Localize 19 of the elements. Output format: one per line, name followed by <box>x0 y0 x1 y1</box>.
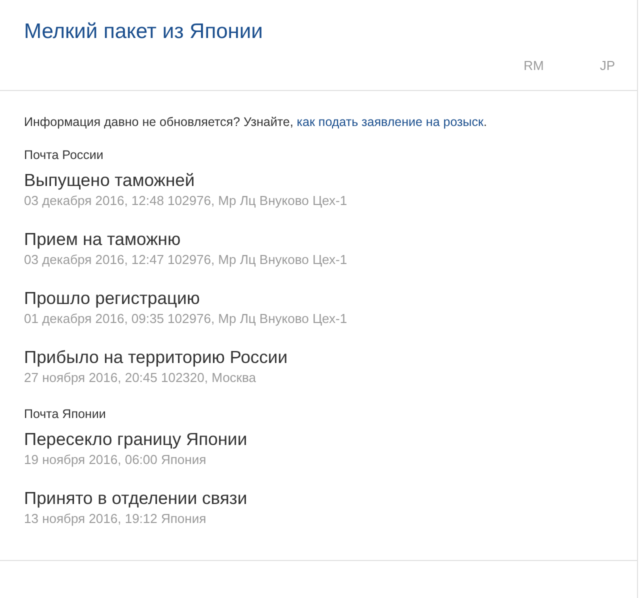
parcel-title: Мелкий пакет из Японии <box>24 20 263 44</box>
event-detail: 13 ноября 2016, 19:12 Япония <box>24 511 208 526</box>
event-title: Выпущено таможней <box>24 169 196 191</box>
event-detail: 03 декабря 2016, 12:48 102976, Мр Лц Внуково Цех-1 <box>24 193 348 208</box>
event-title: Прошло регистрацию <box>24 287 201 309</box>
event-title: Принято в отделении связи <box>24 487 248 509</box>
carrier-label: Почта Японии <box>24 407 107 421</box>
event-detail: 03 декабря 2016, 12:47 102976, Мр Лц Внуково Цех-1 <box>24 252 348 267</box>
event-title: Прибыло на территорию России <box>24 346 288 368</box>
search-request-link[interactable]: как подать заявление на розыск <box>296 115 484 129</box>
notice-text: Информация давно не обновляется? Узнайте, как подать заявление на розыск. <box>24 115 488 129</box>
event-title: Пересекло границу Японии <box>24 428 248 450</box>
country-code: RM <box>524 58 544 73</box>
country-code: JP <box>600 58 615 73</box>
event-detail: 27 ноября 2016, 20:45 102320, Москва <box>24 370 257 385</box>
carrier-label: Почта России <box>24 148 104 162</box>
event-detail: 19 ноября 2016, 06:00 Япония <box>24 452 208 467</box>
event-detail: 01 декабря 2016, 09:35 102976, Мр Лц Внуково Цех-1 <box>24 311 348 326</box>
event-title: Прием на таможню <box>24 228 182 250</box>
